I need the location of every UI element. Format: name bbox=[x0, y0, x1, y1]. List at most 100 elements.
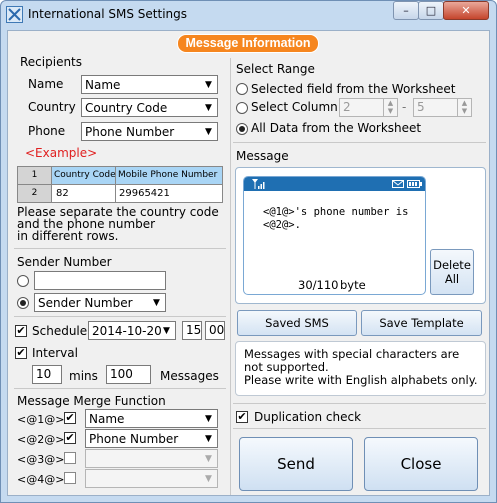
sender-combo-value: Sender Number bbox=[38, 295, 133, 310]
mins-label: mins bbox=[69, 369, 98, 383]
notice-line2: not supported. bbox=[244, 360, 329, 374]
merge-tag-2: <@2@> bbox=[17, 433, 65, 446]
maximize-icon: □ bbox=[425, 4, 437, 17]
sender-title: Sender Number bbox=[17, 255, 112, 269]
table-cell-country: 82 bbox=[52, 185, 116, 203]
table-cell-mobile: 29965421 bbox=[116, 185, 223, 203]
divider bbox=[14, 388, 226, 389]
saved-sms-button[interactable]: Saved SMS bbox=[237, 310, 357, 336]
phone-combo[interactable]: Phone Number ▼ bbox=[81, 122, 218, 141]
phone-combo-value: Phone Number bbox=[85, 124, 175, 139]
range-selected-field-radio[interactable] bbox=[236, 83, 248, 95]
send-button[interactable]: Send bbox=[239, 437, 353, 491]
interval-label: Interval bbox=[32, 346, 78, 360]
sender-combo-radio[interactable] bbox=[17, 297, 29, 309]
message-title: Message bbox=[236, 149, 289, 163]
example-label: <Example> bbox=[25, 146, 98, 160]
column-to-spinner[interactable]: ▲ ▼ bbox=[457, 98, 472, 117]
merge-combo-3[interactable]: ▼ bbox=[85, 449, 218, 468]
maximize-button[interactable]: □ bbox=[418, 1, 444, 20]
minimize-button[interactable]: – bbox=[393, 1, 419, 20]
range-select-column-radio[interactable] bbox=[236, 102, 248, 114]
merge-combo-1[interactable]: Name ▼ bbox=[85, 409, 218, 428]
column-dash: - bbox=[402, 100, 407, 114]
notice-line3: Please write with English alphabets only… bbox=[244, 373, 478, 387]
duplication-checkbox[interactable]: ✔ bbox=[236, 411, 248, 423]
divider bbox=[233, 142, 486, 143]
recipients-title: Recipients bbox=[20, 55, 83, 69]
column-from-spinner[interactable]: ▲ ▼ bbox=[383, 98, 398, 117]
minimize-icon: – bbox=[403, 4, 409, 17]
chevron-down-icon: ▼ bbox=[205, 433, 212, 444]
country-label: Country bbox=[28, 100, 76, 114]
merge-combo-4[interactable]: ▼ bbox=[85, 469, 218, 488]
name-combo[interactable]: Name ▼ bbox=[81, 75, 218, 94]
country-combo-value: Country Code bbox=[85, 100, 168, 115]
divider bbox=[233, 403, 486, 404]
chevron-down-icon: ▼ bbox=[205, 126, 212, 137]
byte-unit: byte bbox=[340, 278, 366, 292]
schedule-date-picker[interactable]: 2014-10-20 ▼ bbox=[88, 321, 176, 340]
sender-text-radio[interactable] bbox=[17, 275, 29, 287]
column-to-input[interactable]: 5 bbox=[413, 98, 458, 117]
chevron-down-icon: ▼ bbox=[205, 79, 212, 90]
interval-messages-input[interactable]: 100 bbox=[106, 365, 151, 384]
merge-title: Message Merge Function bbox=[17, 394, 166, 408]
sender-number-combo[interactable]: Sender Number ▼ bbox=[34, 293, 166, 312]
schedule-label: Schedule bbox=[32, 324, 88, 338]
merge-tag-3: <@3@> bbox=[17, 453, 65, 466]
divider bbox=[233, 428, 486, 429]
table-header-country: Country Code bbox=[52, 167, 116, 185]
messages-label: Messages bbox=[160, 369, 219, 383]
example-table: 1 Country Code Mobile Phone Number 2 82 … bbox=[17, 166, 223, 203]
table-row-number: 2 bbox=[18, 185, 52, 203]
phone-preview: <@1@>'s phone number is <@2@>. 30/110 by… bbox=[243, 176, 426, 295]
range-select-column-label: Select Column bbox=[251, 100, 338, 114]
merge-tag-1: <@1@> bbox=[17, 413, 65, 426]
save-template-button[interactable]: Save Template bbox=[361, 310, 482, 336]
divider bbox=[14, 316, 226, 317]
merge-tag-4: <@4@> bbox=[17, 473, 65, 486]
column-divider bbox=[230, 58, 231, 495]
table-row-number: 1 bbox=[18, 167, 52, 185]
close-button[interactable]: Close bbox=[364, 437, 478, 491]
chevron-down-icon: ▼ bbox=[205, 413, 212, 424]
merge-combo-2-value: Phone Number bbox=[89, 431, 179, 446]
separate-note-line3: in different rows. bbox=[17, 229, 119, 243]
range-all-data-label: All Data from the Worksheet bbox=[251, 121, 422, 135]
schedule-checkbox[interactable]: ✔ bbox=[15, 325, 27, 337]
sender-number-input[interactable] bbox=[34, 271, 166, 290]
table-header-mobile: Mobile Phone Number bbox=[116, 167, 223, 185]
section-header-pill: Message Information bbox=[177, 34, 319, 53]
signal-icon bbox=[252, 179, 265, 189]
interval-checkbox[interactable]: ✔ bbox=[15, 347, 27, 359]
chevron-down-icon: ▼ bbox=[163, 325, 170, 336]
phone-label: Phone bbox=[28, 124, 66, 138]
chevron-down-icon: ▼ bbox=[205, 102, 212, 113]
interval-mins-input[interactable]: 10 bbox=[32, 365, 62, 384]
column-from-input[interactable]: 2 bbox=[339, 98, 384, 117]
range-title: Select Range bbox=[236, 62, 315, 76]
message-line2[interactable]: <@2@>. bbox=[263, 219, 301, 231]
close-window-button[interactable]: ✕ bbox=[443, 1, 489, 20]
merge-checkbox-4[interactable] bbox=[64, 472, 76, 484]
merge-combo-1-value: Name bbox=[89, 411, 125, 426]
chevron-down-icon: ▼ bbox=[205, 453, 212, 464]
merge-checkbox-2[interactable]: ✔ bbox=[64, 432, 76, 444]
merge-checkbox-3[interactable] bbox=[64, 452, 76, 464]
merge-checkbox-1[interactable]: ✔ bbox=[64, 412, 76, 424]
country-combo[interactable]: Country Code ▼ bbox=[81, 98, 218, 117]
duplication-label: Duplication check bbox=[254, 410, 362, 424]
app-icon bbox=[6, 6, 23, 23]
delete-all-button[interactable]: Delete All bbox=[430, 249, 474, 295]
chevron-down-icon: ▼ bbox=[205, 473, 212, 484]
range-all-data-radio[interactable] bbox=[236, 123, 248, 135]
divider bbox=[14, 248, 226, 249]
close-icon: ✕ bbox=[461, 4, 471, 17]
mail-icon bbox=[392, 180, 404, 188]
battery-icon bbox=[407, 180, 422, 188]
schedule-minute-input[interactable]: 00 bbox=[205, 321, 225, 340]
merge-combo-2[interactable]: Phone Number ▼ bbox=[85, 429, 218, 448]
schedule-hour-input[interactable]: 15 bbox=[182, 321, 202, 340]
message-line1[interactable]: <@1@>'s phone number is bbox=[263, 206, 408, 218]
